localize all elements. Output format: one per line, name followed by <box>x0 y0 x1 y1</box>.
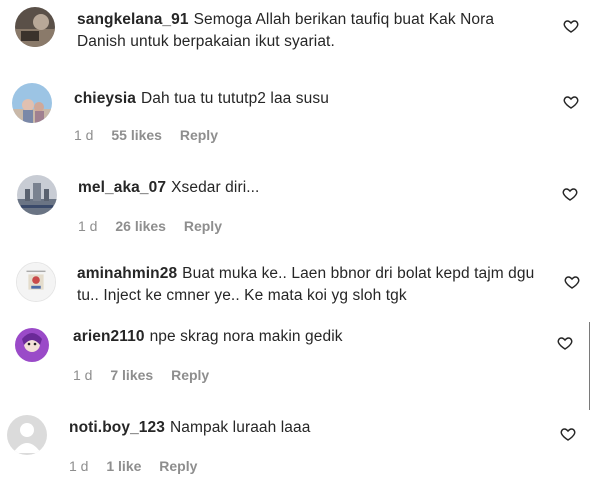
like-heart-icon[interactable] <box>557 335 573 351</box>
comment-meta: 1 d 1 like Reply <box>69 458 211 474</box>
reply-button[interactable]: Reply <box>159 458 197 474</box>
reply-button[interactable]: Reply <box>180 127 218 143</box>
comment-body: mel_aka_07 Xsedar diri... <box>78 177 533 199</box>
comment-text: npe skrag nora makin gedik <box>149 328 343 345</box>
comment-body: arien2110 npe skrag nora makin gedik <box>73 326 533 348</box>
comment-body: sangkelana_91 Semoga Allah berikan taufiq… <box>77 9 532 53</box>
like-heart-icon[interactable] <box>564 274 580 290</box>
comment-body: noti.boy_123 Nampak luraah laaa <box>69 417 529 439</box>
avatar[interactable] <box>7 415 47 455</box>
comment-text: Xsedar diri... <box>171 179 260 196</box>
comment-text: Nampak luraah laaa <box>169 419 311 436</box>
like-heart-icon[interactable] <box>563 18 579 34</box>
comment-item: arien2110 npe skrag nora makin gedik 1 d … <box>0 317 590 407</box>
comment-text: Dah tua tu tututp2 laa susu <box>140 90 329 107</box>
avatar[interactable] <box>12 325 52 365</box>
reply-button[interactable]: Reply <box>171 367 209 383</box>
reply-button[interactable]: Reply <box>184 218 222 234</box>
comment-item: aminahmin28 Buat muka ke.. Laen bbnor dri… <box>0 255 590 317</box>
comment-item: chieysia Dah tua tu tututp2 laa susu 1 d … <box>0 75 590 165</box>
avatar[interactable] <box>17 175 57 215</box>
comment-username[interactable]: mel_aka_07 <box>78 179 166 196</box>
comment-meta: 1 d 7 likes Reply <box>73 367 223 383</box>
comment-time: 1 d <box>73 367 93 383</box>
comment-item: noti.boy_123 Nampak luraah laaa 1 d 1 lik… <box>0 407 590 483</box>
comment-body: chieysia Dah tua tu tututp2 laa susu <box>74 88 534 110</box>
comment-meta: 1 d 55 likes Reply <box>74 127 232 143</box>
comment-meta: 1 d 26 likes Reply <box>78 218 236 234</box>
comment-time: 1 d <box>78 218 98 234</box>
comment-username[interactable]: sangkelana_91 <box>77 11 189 28</box>
comment-likes[interactable]: 7 likes <box>110 367 153 383</box>
comment-likes[interactable]: 55 likes <box>111 127 162 143</box>
comment-time: 1 d <box>69 458 89 474</box>
comment-item: mel_aka_07 Xsedar diri... 1 d 26 likes Re… <box>0 165 590 255</box>
avatar[interactable] <box>15 7 55 47</box>
like-heart-icon[interactable] <box>563 94 579 110</box>
comment-username[interactable]: aminahmin28 <box>77 265 177 282</box>
comment-time: 1 d <box>74 127 94 143</box>
comment-username[interactable]: noti.boy_123 <box>69 419 165 436</box>
avatar[interactable] <box>12 83 52 123</box>
comment-likes[interactable]: 1 like <box>106 458 141 474</box>
comment-item: sangkelana_91 Semoga Allah berikan taufiq… <box>0 0 590 75</box>
like-heart-icon[interactable] <box>560 426 576 442</box>
comment-likes[interactable]: 26 likes <box>115 218 166 234</box>
avatar[interactable] <box>16 262 56 302</box>
like-heart-icon[interactable] <box>562 186 578 202</box>
comment-username[interactable]: chieysia <box>74 90 136 107</box>
comment-username[interactable]: arien2110 <box>73 328 145 345</box>
comment-body: aminahmin28 Buat muka ke.. Laen bbnor dri… <box>77 263 537 307</box>
